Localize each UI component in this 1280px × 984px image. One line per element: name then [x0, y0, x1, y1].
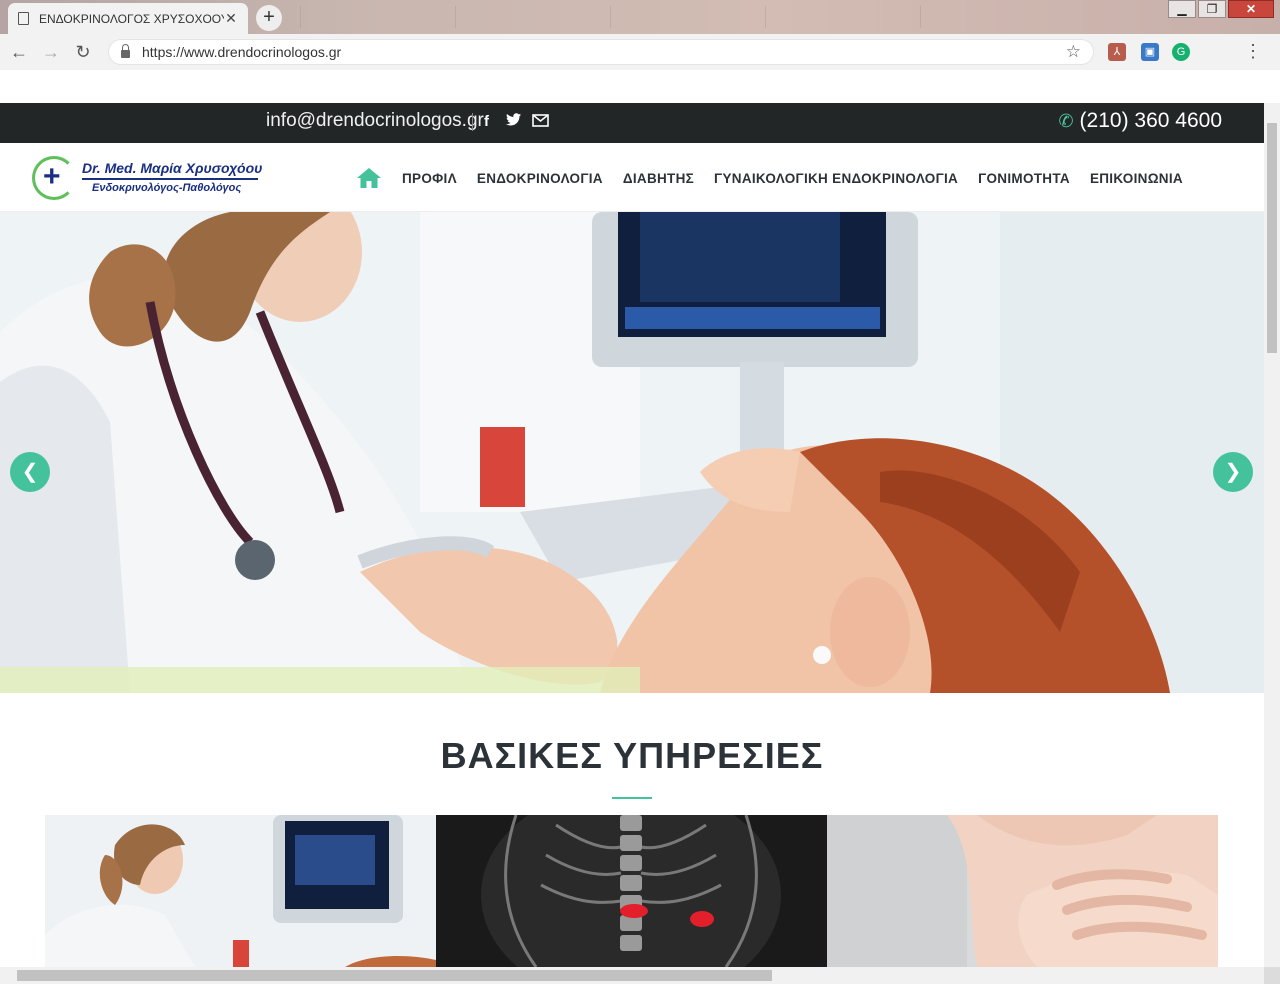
vertical-scrollbar[interactable]	[1264, 103, 1280, 967]
slider-prev-button[interactable]: ❮	[10, 452, 50, 492]
nav-item-endocrinology[interactable]: ΕΝΔΟΚΡΙΝΟΛΟΓΙΑ	[477, 171, 603, 186]
service-cards	[45, 815, 1218, 967]
twitter-icon[interactable]	[506, 113, 521, 129]
translate-extension-icon[interactable]: ▣	[1141, 43, 1159, 61]
logo-name: Dr. Med. Μαρία Χρυσοχόου	[82, 160, 263, 176]
nav-item-profile[interactable]: ΠΡΟΦΙΛ	[402, 171, 457, 186]
slider-next-button[interactable]: ❯	[1213, 452, 1253, 492]
forward-arrow-icon[interactable]: →	[38, 42, 64, 63]
phone-number[interactable]: ✆ (210) 360 4600	[1058, 109, 1222, 133]
background-tab[interactable]	[920, 6, 1075, 28]
close-window-button[interactable]: ✕	[1228, 0, 1274, 18]
browser-tab-active[interactable]: ΕΝΔΟΚΡΙΝΟΛΟΓΟΣ ΧΡΥΣΟΧΟΟΥ ✕	[8, 3, 248, 34]
hero-slider: ❮ ❯	[0, 212, 1264, 693]
main-navigation: ΠΡΟΦΙΛ ΕΝΔΟΚΡΙΝΟΛΟΓΙΑ ΔΙΑΒΗΤΗΣ ΓΥΝΑΙΚΟΛΟ…	[356, 167, 1203, 189]
divider	[472, 113, 473, 131]
facebook-icon[interactable]: f	[484, 113, 489, 130]
medical-cross-icon: +	[43, 160, 61, 193]
phone-text: (210) 360 4600	[1079, 109, 1222, 132]
nav-item-fertility[interactable]: ΓΟΝΙΜΟΤΗΤΑ	[978, 171, 1070, 186]
bookmark-star-icon[interactable]: ☆	[1066, 42, 1081, 62]
tab-title: ΕΝΔΟΚΡΙΝΟΛΟΓΟΣ ΧΡΥΣΟΧΟΟΥ	[39, 11, 224, 26]
vertical-scroll-thumb[interactable]	[1267, 123, 1277, 353]
top-contact-bar: info@drendocrinologos.gr f ✆ (210) 360 46…	[0, 103, 1264, 143]
lock-icon	[121, 44, 130, 58]
page-top-spacer	[0, 70, 1280, 103]
new-tab-button[interactable]: +	[256, 5, 282, 31]
service-image-xray	[436, 815, 827, 967]
tab-close-icon[interactable]: ✕	[224, 10, 238, 27]
mail-icon[interactable]	[532, 114, 549, 130]
horizontal-scrollbar[interactable]	[0, 967, 1264, 984]
address-bar[interactable]: https://www.drendocrinologos.gr ☆	[108, 39, 1094, 65]
home-icon[interactable]	[356, 167, 382, 189]
logo-subtitle: Ενδοκρινολόγος-Παθολόγος	[92, 182, 242, 194]
browser-menu-icon[interactable]: ⋮	[1244, 42, 1262, 60]
maximize-button[interactable]: ❐	[1198, 0, 1226, 18]
hero-image	[0, 212, 1264, 693]
phone-icon: ✆	[1058, 111, 1074, 131]
scrollbar-corner	[1264, 967, 1280, 984]
service-image-ultrasound	[45, 815, 436, 967]
document-icon	[18, 12, 29, 25]
window-controls: ▁ ❐ ✕	[1166, 0, 1274, 18]
grammarly-extension-icon[interactable]: G	[1172, 43, 1190, 61]
logo-underline	[82, 178, 258, 180]
background-tab[interactable]	[300, 6, 455, 28]
section-title: ΒΑΣΙΚΕΣ ΥΠΗΡΕΣΙΕΣ	[440, 735, 824, 776]
nav-item-contact[interactable]: ΕΠΙΚΟΙΝΩΝΙΑ	[1090, 171, 1183, 186]
background-tabs	[300, 6, 1075, 28]
browser-tab-strip: ΕΝΔΟΚΡΙΝΟΛΟΓΟΣ ΧΡΥΣΟΧΟΟΥ ✕ + ▁ ❐ ✕	[0, 0, 1280, 34]
background-tab[interactable]	[765, 6, 920, 28]
back-arrow-icon[interactable]: ←	[6, 42, 32, 63]
minimize-button[interactable]: ▁	[1168, 0, 1196, 18]
service-card-ultrasound[interactable]	[45, 815, 436, 967]
reload-icon[interactable]: ↻	[70, 42, 96, 63]
url-text[interactable]: https://www.drendocrinologos.gr	[142, 44, 1066, 60]
title-underline	[612, 797, 652, 799]
horizontal-scroll-thumb[interactable]	[17, 970, 772, 981]
nav-item-gynecological-endocrinology[interactable]: ΓΥΝΑΙΚΟΛΟΓΙΚΗ ΕΝΔΟΚΡΙΝΟΛΟΓΙΑ	[714, 171, 958, 186]
contact-email-link[interactable]: info@drendocrinologos.gr	[266, 110, 484, 132]
pdf-extension-icon[interactable]: ⅄	[1108, 43, 1126, 61]
background-tab[interactable]	[455, 6, 610, 28]
service-image-thyroid	[827, 815, 1218, 967]
browser-toolbar: ← → ↻ https://www.drendocrinologos.gr ☆ …	[0, 34, 1280, 70]
site-logo[interactable]: + Dr. Med. Μαρία Χρυσοχόου Ενδοκρινολόγο…	[30, 154, 270, 202]
service-card-adrenal[interactable]	[436, 815, 827, 967]
background-tab[interactable]	[610, 6, 765, 28]
service-card-thyroid[interactable]	[827, 815, 1218, 967]
site-header: + Dr. Med. Μαρία Χρυσοχόου Ενδοκρινολόγο…	[0, 143, 1264, 212]
nav-item-diabetes[interactable]: ΔΙΑΒΗΤΗΣ	[623, 171, 694, 186]
